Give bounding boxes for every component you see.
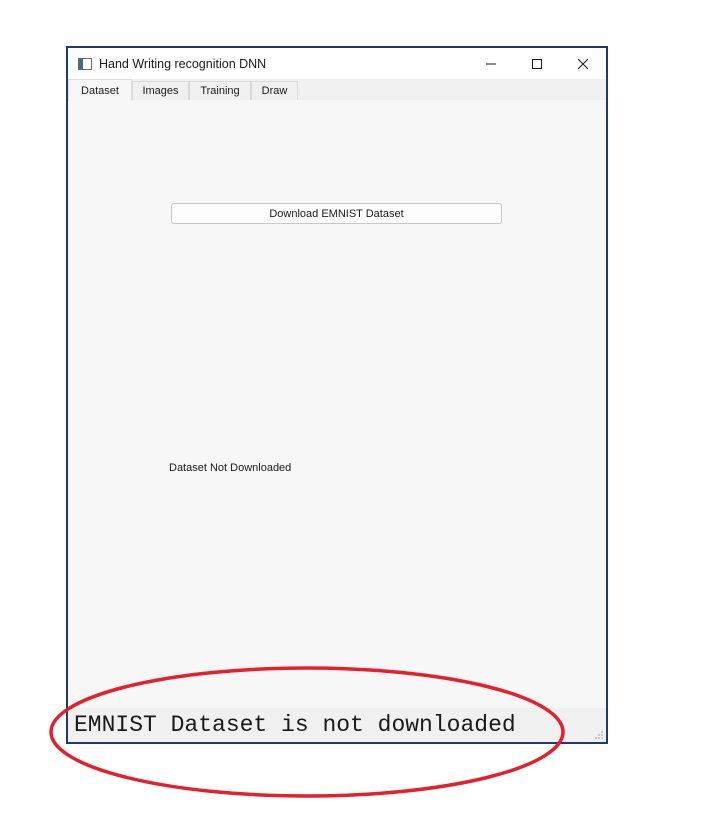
close-icon (578, 58, 588, 69)
minimize-button[interactable] (468, 48, 514, 79)
tab-dataset[interactable]: Dataset (68, 79, 132, 101)
app-window-icon (78, 57, 92, 70)
tab-training[interactable]: Training (189, 81, 251, 100)
app-window: Hand Writing recognition DNN Dataset Ima… (66, 46, 608, 744)
maximize-button[interactable] (514, 48, 560, 79)
title-bar[interactable]: Hand Writing recognition DNN (68, 48, 606, 79)
download-dataset-button[interactable]: Download EMNIST Dataset (171, 203, 502, 224)
close-button[interactable] (560, 48, 606, 79)
tab-bar: Dataset Images Training Draw (68, 79, 606, 101)
window-title: Hand Writing recognition DNN (99, 56, 267, 71)
status-bar-message: EMNIST Dataset is not downloaded (74, 712, 516, 738)
window-controls (468, 48, 606, 79)
status-bar: EMNIST Dataset is not downloaded (68, 708, 606, 742)
minimize-icon (486, 63, 496, 64)
tab-images[interactable]: Images (132, 81, 189, 100)
maximize-icon (532, 58, 542, 69)
dataset-status-label: Dataset Not Downloaded (169, 462, 292, 474)
tab-draw[interactable]: Draw (251, 81, 298, 100)
dataset-tab-panel: Download EMNIST Dataset Dataset Not Down… (68, 100, 606, 742)
size-grip-icon[interactable] (594, 730, 604, 740)
